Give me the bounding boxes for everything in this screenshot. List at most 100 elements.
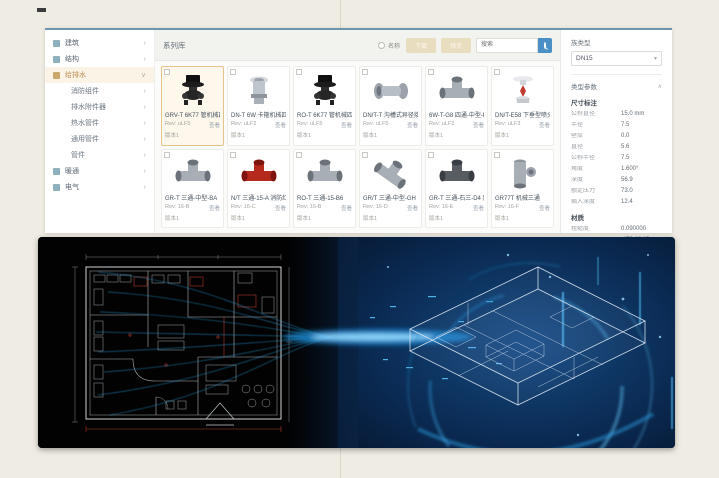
view-link[interactable]: 查看 [275, 204, 286, 212]
parameter-name: 壁厚 [571, 133, 621, 140]
card-checkbox[interactable] [362, 152, 368, 158]
parameter-value: 73.0 [621, 188, 633, 195]
component-meta: Rev: 16-B 查看 [165, 204, 220, 212]
component-card[interactable]: GR/T 三通-中型-GH Rev: 16-D 查看 版本1 [359, 149, 422, 229]
view-link[interactable]: 查看 [341, 121, 352, 129]
card-checkbox[interactable] [164, 69, 170, 75]
parameter-value: 12.4 [621, 199, 633, 206]
component-title: GR77T 机械三通 [495, 193, 550, 202]
sidebar-item-电气[interactable]: 电气 › [45, 179, 154, 195]
component-title: GRV-T 6K77 管机械四通 [165, 110, 220, 119]
view-link[interactable]: 查看 [275, 121, 286, 129]
view-link[interactable]: 查看 [539, 121, 550, 129]
sidebar-item-给排水[interactable]: 给排水 ∨ [45, 67, 154, 83]
component-revision: Rev: 16-E [429, 204, 453, 212]
parameter-row: 公称半径 7.5 [571, 155, 662, 162]
sidebar-subitem[interactable]: 热水管件 › [45, 115, 154, 131]
tophat-thumbnail [173, 74, 213, 108]
parameter-name: 公称半径 [571, 155, 621, 162]
view-link[interactable]: 查看 [407, 121, 418, 129]
view-link[interactable]: 查看 [473, 121, 484, 129]
sprinkler-thumbnail [503, 74, 543, 108]
preview-button[interactable]: 预览 [441, 38, 471, 53]
component-card[interactable]: GR-T 三通-中型-BA Rev: 16-B 查看 版本1 [161, 149, 224, 229]
component-meta: Rev: 16-B 查看 [297, 204, 352, 212]
sidebar-item-暖通[interactable]: 暖通 › [45, 163, 154, 179]
card-checkbox[interactable] [362, 69, 368, 75]
parameter-row: 壁厚 0.0 [571, 133, 662, 140]
chevron-down-icon: ▾ [654, 55, 657, 62]
component-card[interactable]: DN/T-E58 下垂型喷头 Rev: uLF3 查看 版本1 [491, 66, 554, 146]
sidebar-subitem[interactable]: 通用管件 › [45, 131, 154, 147]
name-filter-radio[interactable] [378, 42, 385, 49]
card-checkbox[interactable] [428, 69, 434, 75]
tee-thumbnail [437, 74, 477, 108]
card-checkbox[interactable] [296, 152, 302, 158]
sidebar-item-label: 给排水 [65, 70, 86, 80]
parameter-name: 直径 [571, 144, 621, 151]
search-button[interactable] [538, 38, 552, 53]
component-card[interactable]: DN/T-T 沟槽式异径接头 Rev: uLF5 查看 版本1 [359, 66, 422, 146]
card-checkbox[interactable] [296, 69, 302, 75]
type-params-section-header[interactable]: 类型参数 ∧ [571, 74, 662, 91]
component-card[interactable]: 6W-T-G8 四通-中型-D4联接 Rev: uLF2 查看 版本1 [425, 66, 488, 146]
sidebar-item-建筑[interactable]: 建筑 › [45, 35, 154, 51]
parameter-row: 半径 7.5 [571, 122, 662, 129]
family-type-dropdown[interactable]: DN15 ▾ [571, 51, 662, 66]
category-sidebar: 建筑 › 结构 › 给排水 ∨ 消防组件 › 排水附件器 › 热水管件 › 通用… [45, 30, 155, 233]
sidebar-item-label: 建筑 [65, 38, 79, 48]
catalog-toolbar: 系列库 名称 下载 预览 [155, 30, 560, 61]
component-meta: Rev: uLF5 查看 [297, 121, 352, 129]
type-params-title: 类型参数 [571, 81, 597, 91]
component-title: RO-T 三通-15-B6 [297, 193, 352, 202]
card-checkbox[interactable] [428, 152, 434, 158]
card-checkbox[interactable] [230, 152, 236, 158]
view-link[interactable]: 查看 [209, 204, 220, 212]
view-link[interactable]: 查看 [209, 121, 220, 129]
view-link[interactable]: 查看 [473, 204, 484, 212]
sidebar-subitem[interactable]: 消防组件 › [45, 83, 154, 99]
sidebar-subitem[interactable]: 管件 › [45, 147, 154, 163]
parameter-name: 插入深度 [571, 199, 621, 206]
category-icon [53, 72, 60, 79]
component-library-panel: 建筑 › 结构 › 给排水 ∨ 消防组件 › 排水附件器 › 热水管件 › 通用… [45, 28, 672, 233]
sidebar-subitem-label: 排水附件器 [71, 102, 106, 112]
component-card[interactable]: RO-T 三通-15-B6 Rev: 16-B 查看 版本1 [293, 149, 356, 229]
component-card[interactable]: GR-T 三通-石三-D4 异径 Rev: 16-E 查看 版本1 [425, 149, 488, 229]
parameter-row: 插入深度 12.4 [571, 199, 662, 206]
tophat-thumbnail [305, 74, 345, 108]
component-revision: Rev: uLF5 [165, 121, 190, 129]
component-card[interactable]: GRV-T 6K77 管机械四通 Rev: uLF5 查看 版本1 [161, 66, 224, 146]
view-link[interactable]: 查看 [539, 204, 550, 212]
chevron-icon: › [144, 40, 146, 47]
sidebar-subitem[interactable]: 排水附件器 › [45, 99, 154, 115]
family-type-value: DN15 [576, 55, 593, 62]
card-checkbox[interactable] [494, 152, 500, 158]
tee-dark-thumbnail [437, 157, 477, 191]
sidebar-item-结构[interactable]: 结构 › [45, 51, 154, 67]
component-card[interactable]: N/T 三通-15-A 消防红 Rev: 16-C 查看 版本1 [227, 149, 290, 229]
component-version: 版本1 [231, 214, 286, 222]
view-link[interactable]: 查看 [341, 204, 352, 212]
component-card[interactable]: RO-T 6K77 管机械四通 Rev: uLF5 查看 版本1 [293, 66, 356, 146]
component-revision: Rev: uLF2 [231, 121, 256, 129]
card-checkbox[interactable] [494, 69, 500, 75]
component-revision: Rev: 16-B [165, 204, 189, 212]
parameter-row: 公称直径 15.0 mm [571, 111, 662, 118]
component-card[interactable]: GR77T 机械三通 Rev: 16-F 查看 版本1 [491, 149, 554, 229]
parameter-row: 深度 56.9 [571, 177, 662, 184]
component-meta: Rev: uLF5 查看 [165, 121, 220, 129]
view-link[interactable]: 查看 [407, 204, 418, 212]
component-meta: Rev: uLF2 查看 [429, 121, 484, 129]
card-checkbox[interactable] [230, 69, 236, 75]
download-button[interactable]: 下载 [406, 38, 436, 53]
component-card[interactable]: DN-T 6W 卡箍机械四通 Rev: uLF2 查看 版本1 [227, 66, 290, 146]
card-checkbox[interactable] [164, 152, 170, 158]
sidebar-item-label: 结构 [65, 54, 79, 64]
catalog-area: 系列库 名称 下载 预览 GRV-T 6K77 管机械四通 Rev: uLF5 … [155, 30, 560, 233]
component-revision: Rev: uLF2 [429, 121, 454, 129]
component-revision: Rev: uLF3 [495, 121, 520, 129]
search-input[interactable] [476, 38, 538, 53]
component-revision: Rev: 16-C [231, 204, 256, 212]
component-version: 版本1 [165, 214, 220, 222]
